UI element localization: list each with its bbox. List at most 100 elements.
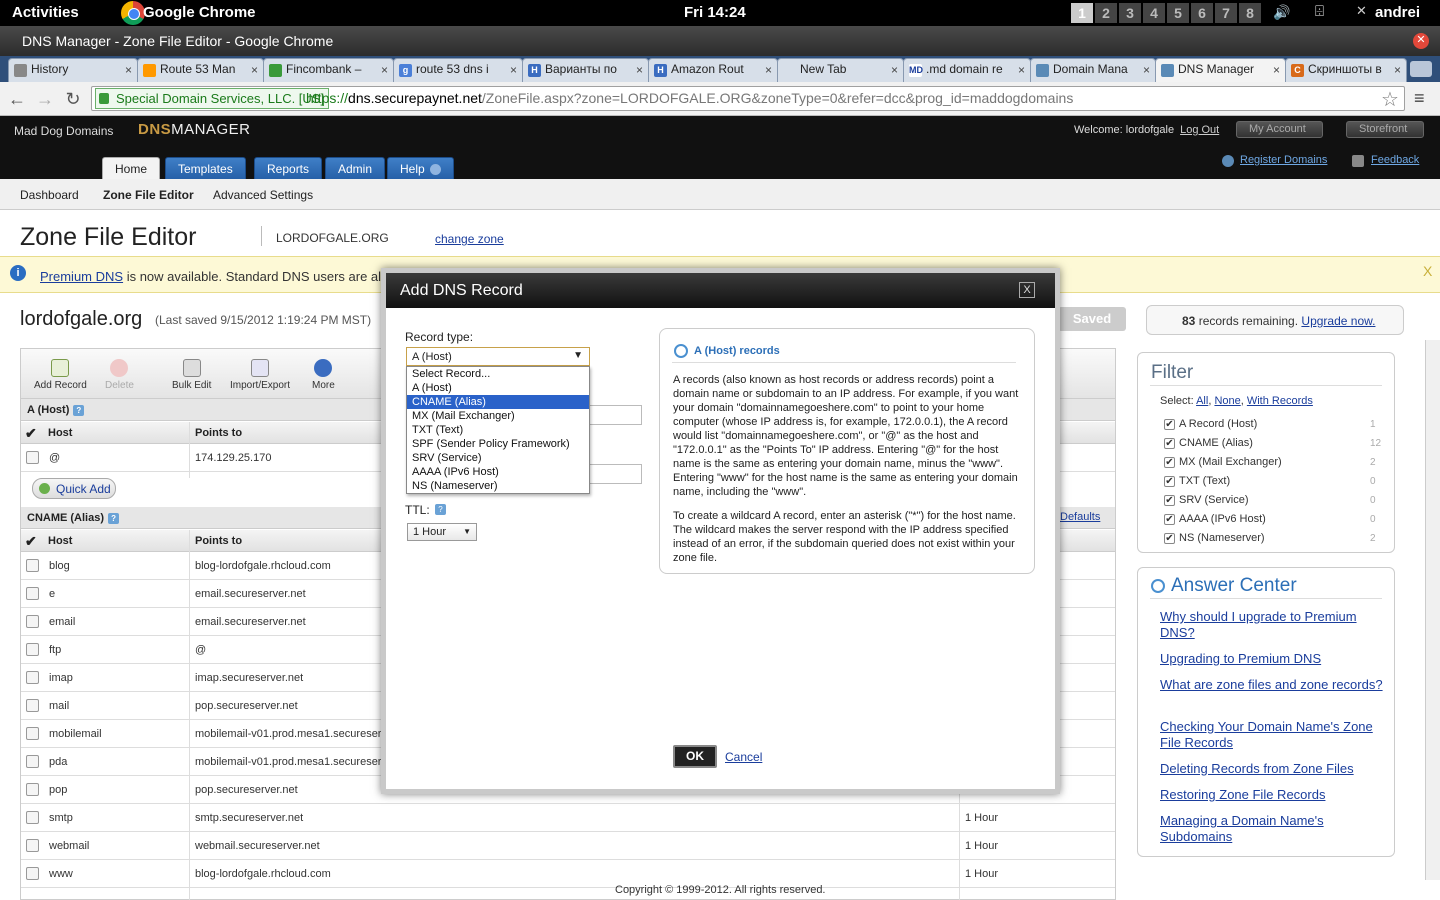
browser-tab[interactable]: MD .md domain re × [903,58,1031,82]
filter-item[interactable]: ✔ NS (Nameserver) [1164,532,1265,544]
answer-link[interactable]: Deleting Records from Zone Files [1160,761,1385,777]
record-type-option[interactable]: CNAME (Alias) [407,395,589,409]
register-domains-link[interactable]: Register Domains [1240,154,1327,166]
filter-item[interactable]: ✔ AAAA (IPv6 Host) [1164,513,1266,525]
record-type-select[interactable]: A (Host) ▼ [406,347,590,366]
record-type-option[interactable]: SPF (Sender Policy Framework) [407,437,589,451]
row-checkbox[interactable] [26,451,39,464]
record-type-option[interactable]: TXT (Text) [407,423,589,437]
row-checkbox[interactable] [26,839,39,852]
filter-checkbox[interactable]: ✔ [1164,532,1175,544]
my-account-button[interactable]: My Account [1236,121,1323,138]
table-row[interactable]: webmail webmail.secureserver.net 1 Hour [21,832,1115,860]
ttl-select[interactable]: 1 Hour ▼ [407,523,477,541]
main-tab-templates[interactable]: Templates [165,157,246,179]
main-tab-home[interactable]: Home [102,157,161,179]
import-export-button[interactable]: Import/Export [230,359,290,391]
browser-tab[interactable]: DNS Manager × [1155,58,1286,82]
activities-button[interactable]: Activities [12,4,79,21]
defaults-link[interactable]: Defaults [1060,511,1100,523]
filter-checkbox[interactable]: ✔ [1164,418,1175,430]
subnav-zone-file-editor[interactable]: Zone File Editor [103,188,194,202]
browser-tab[interactable]: g route 53 dns i × [393,58,523,82]
row-checkbox[interactable] [26,867,39,880]
storefront-button[interactable]: Storefront [1346,121,1425,138]
filter-with-records-link[interactable]: With Records [1247,395,1313,407]
browser-tab[interactable]: History × [8,58,138,82]
browser-tab[interactable]: H Варианты по × [522,58,649,82]
tab-close-icon[interactable]: × [891,63,898,77]
main-tab-help[interactable]: Help [387,157,454,179]
workspace-8[interactable]: 8 [1239,3,1261,23]
tab-close-icon[interactable]: × [1018,63,1025,77]
more-button[interactable]: More [312,359,335,391]
tab-close-icon[interactable]: × [381,63,388,77]
new-tab-button[interactable] [1410,61,1432,77]
browser-tab[interactable]: New Tab × [777,58,904,82]
browser-tab[interactable]: Domain Mana × [1030,58,1156,82]
dialog-close-button[interactable]: X [1019,282,1035,298]
network-icon[interactable]: ⌹ [1315,3,1324,20]
answer-link[interactable]: Why should I upgrade to Premium DNS? [1160,609,1385,641]
row-checkbox[interactable] [26,671,39,684]
ttl-help-icon[interactable]: ? [435,502,446,516]
filter-none-link[interactable]: None [1214,395,1240,407]
forward-button[interactable]: → [35,89,55,109]
filter-checkbox[interactable]: ✔ [1164,475,1175,487]
help-icon[interactable]: ? [108,512,120,524]
filter-item[interactable]: ✔ CNAME (Alias) [1164,437,1253,449]
delete-button[interactable]: Delete [105,359,134,391]
page-scrollbar[interactable] [1425,340,1440,880]
browser-tab[interactable]: C Скриншоты в × [1285,58,1407,82]
bulk-edit-button[interactable]: Bulk Edit [172,359,211,391]
window-close-button[interactable]: ✕ [1413,33,1429,49]
filter-item[interactable]: ✔ TXT (Text) [1164,475,1230,487]
filter-item[interactable]: ✔ SRV (Service) [1164,494,1248,506]
add-record-button[interactable]: Add Record [34,359,87,391]
answer-link[interactable]: What are zone files and zone records? [1160,677,1385,693]
table-row[interactable]: www blog-lordofgale.rhcloud.com 1 Hour [21,860,1115,888]
row-checkbox[interactable] [26,755,39,768]
workspace-3[interactable]: 3 [1119,3,1141,23]
record-type-option[interactable]: SRV (Service) [407,451,589,465]
record-type-option[interactable]: Select Record... [407,367,589,381]
record-type-option[interactable]: A (Host) [407,381,589,395]
filter-checkbox[interactable]: ✔ [1164,494,1175,506]
user-menu[interactable]: andrei [1375,4,1420,21]
record-type-option[interactable]: NS (Nameserver) [407,479,589,493]
subnav-advanced-settings[interactable]: Advanced Settings [213,188,313,202]
select-all-checkbox[interactable]: ✔ [25,425,38,441]
brand-name[interactable]: Mad Dog Domains [14,124,113,138]
browser-tab[interactable]: Fincombank – × [263,58,394,82]
tab-close-icon[interactable]: × [1143,63,1150,77]
help-icon[interactable]: ? [73,404,85,416]
tab-close-icon[interactable]: × [510,63,517,77]
filter-checkbox[interactable]: ✔ [1164,456,1175,468]
tab-close-icon[interactable]: × [636,63,643,77]
row-checkbox[interactable] [26,699,39,712]
cancel-link[interactable]: Cancel [725,750,762,764]
filter-all-link[interactable]: All [1196,395,1208,407]
tab-close-icon[interactable]: × [765,63,772,77]
filter-checkbox[interactable]: ✔ [1164,513,1175,525]
record-type-option[interactable]: AAAA (IPv6 Host) [407,465,589,479]
workspace-6[interactable]: 6 [1191,3,1213,23]
workspace-4[interactable]: 4 [1143,3,1165,23]
answer-link[interactable]: Checking Your Domain Name's Zone File Re… [1160,719,1385,751]
tab-close-icon[interactable]: × [1273,63,1280,77]
browser-tab[interactable]: H Amazon Rout × [648,58,778,82]
workspace-1[interactable]: 1 [1071,3,1093,23]
reload-button[interactable]: ↻ [63,89,83,109]
workspace-2[interactable]: 2 [1095,3,1117,23]
url-text[interactable]: https://dns.securepaynet.net/ZoneFile.as… [306,90,1073,106]
select-all-checkbox[interactable]: ✔ [25,533,38,549]
filter-checkbox[interactable]: ✔ [1164,437,1175,449]
answer-link[interactable]: Restoring Zone File Records [1160,787,1385,803]
answer-link[interactable]: Upgrading to Premium DNS [1160,651,1385,667]
row-checkbox[interactable] [26,559,39,572]
clock[interactable]: Fri 14:24 [684,4,746,21]
premium-dns-link[interactable]: Premium DNS [40,269,123,284]
feedback-link[interactable]: Feedback [1371,154,1419,166]
workspace-7[interactable]: 7 [1215,3,1237,23]
points-to-field[interactable] [588,464,642,484]
